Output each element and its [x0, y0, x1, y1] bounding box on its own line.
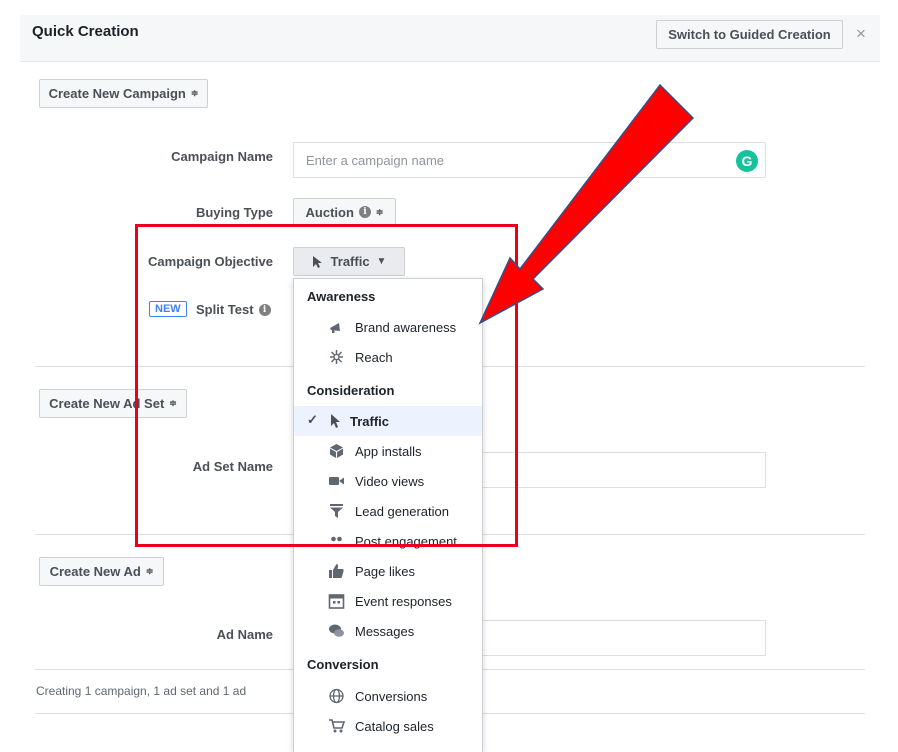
funnel-icon: [330, 504, 343, 518]
option-reach[interactable]: Reach: [294, 342, 482, 372]
option-catalog-sales[interactable]: Catalog sales: [294, 711, 482, 741]
switch-to-guided-creation-button[interactable]: Switch to Guided Creation: [656, 20, 843, 49]
close-icon[interactable]: ×: [856, 24, 866, 44]
objective-dropdown-menu: Awareness Brand awareness Reach Consider…: [293, 278, 483, 752]
split-test-row: Split Test i: [196, 302, 271, 317]
buying-type-value: Auction: [305, 204, 354, 220]
people-icon: [329, 536, 344, 547]
create-new-ad-label: Create New Ad: [49, 564, 141, 579]
grammarly-icon[interactable]: G: [736, 150, 758, 172]
globe-icon: [329, 688, 344, 704]
campaign-objective-select[interactable]: Traffic ▼: [293, 247, 405, 276]
chat-bubbles-icon: [329, 624, 344, 637]
option-label: Video views: [355, 473, 425, 489]
option-label: Messages: [355, 623, 415, 639]
video-camera-icon: [329, 477, 344, 485]
updown-icon: ≑: [169, 398, 177, 408]
option-post-engagement[interactable]: Post engagement: [294, 526, 482, 556]
calendar-icon: [328, 594, 345, 609]
create-new-campaign-label: Create New Campaign: [48, 86, 186, 101]
ad-name-input[interactable]: [470, 620, 766, 656]
option-event-responses[interactable]: Event responses: [294, 586, 482, 616]
campaign-name-input[interactable]: Enter a campaign name G: [293, 142, 766, 178]
option-label: Page likes: [355, 563, 415, 579]
thumbs-up-icon: [329, 564, 344, 578]
dialog-title: Quick Creation: [32, 23, 139, 40]
dialog-header: Quick Creation Switch to Guided Creation…: [20, 15, 880, 62]
reach-icon: [330, 350, 343, 364]
option-brand-awareness[interactable]: Brand awareness: [294, 312, 482, 342]
option-label: Brand awareness: [355, 319, 457, 335]
updown-icon: ≑: [375, 206, 384, 217]
campaign-objective-value: Traffic: [330, 254, 370, 269]
campaign-name-placeholder: Enter a campaign name: [306, 152, 445, 168]
buying-type-select[interactable]: Auction i ≑: [293, 198, 396, 226]
option-page-likes[interactable]: Page likes: [294, 556, 482, 586]
option-label: Conversions: [355, 688, 428, 704]
ad-set-name-label: Ad Set Name: [192, 459, 273, 474]
ad-set-name-input[interactable]: [470, 452, 766, 488]
option-label: Reach: [355, 349, 393, 365]
create-new-campaign-button[interactable]: Create New Campaign ≑: [39, 79, 208, 108]
option-label: Traffic: [350, 413, 390, 429]
creation-summary: Creating 1 campaign, 1 ad set and 1 ad: [36, 684, 247, 698]
option-app-installs[interactable]: App installs: [294, 436, 482, 466]
cursor-icon: [312, 255, 322, 268]
option-video-views[interactable]: Video views: [294, 466, 482, 496]
option-label: App installs: [355, 443, 422, 459]
split-test-label: Split Test: [196, 302, 254, 317]
updown-icon: ≑: [190, 88, 199, 98]
option-lead-generation[interactable]: Lead generation: [294, 496, 482, 526]
ad-name-label: Ad Name: [216, 627, 273, 642]
option-label: Catalog sales: [355, 718, 434, 734]
info-icon[interactable]: i: [258, 303, 271, 316]
campaign-objective-label: Campaign Objective: [148, 254, 273, 269]
caret-down-icon: ▼: [376, 256, 387, 267]
create-new-ad-button[interactable]: Create New Ad ≑: [39, 557, 164, 586]
option-label: Lead generation: [355, 503, 449, 519]
campaign-name-label: Campaign Name: [171, 149, 273, 164]
info-icon: i: [358, 206, 371, 218]
option-label: Post engagement: [355, 533, 457, 549]
new-badge: NEW: [149, 301, 187, 317]
option-messages[interactable]: Messages: [294, 616, 482, 646]
shopping-cart-icon: [329, 719, 345, 733]
group-awareness: Awareness: [307, 289, 376, 304]
create-new-ad-set-button[interactable]: Create New Ad Set ≑: [39, 389, 187, 418]
updown-icon: ≑: [145, 566, 154, 576]
box-icon: [330, 444, 343, 458]
option-traffic[interactable]: ✓ Traffic: [294, 406, 482, 436]
group-consideration: Consideration: [307, 383, 395, 398]
checkmark-icon: ✓: [307, 412, 318, 427]
buying-type-label: Buying Type: [195, 205, 273, 220]
create-new-ad-set-label: Create New Ad Set: [49, 396, 165, 411]
option-label: Event responses: [355, 593, 452, 609]
option-conversions[interactable]: Conversions: [294, 681, 482, 711]
megaphone-icon: [330, 323, 340, 333]
group-conversion: Conversion: [307, 657, 379, 672]
cursor-icon: [331, 414, 340, 428]
